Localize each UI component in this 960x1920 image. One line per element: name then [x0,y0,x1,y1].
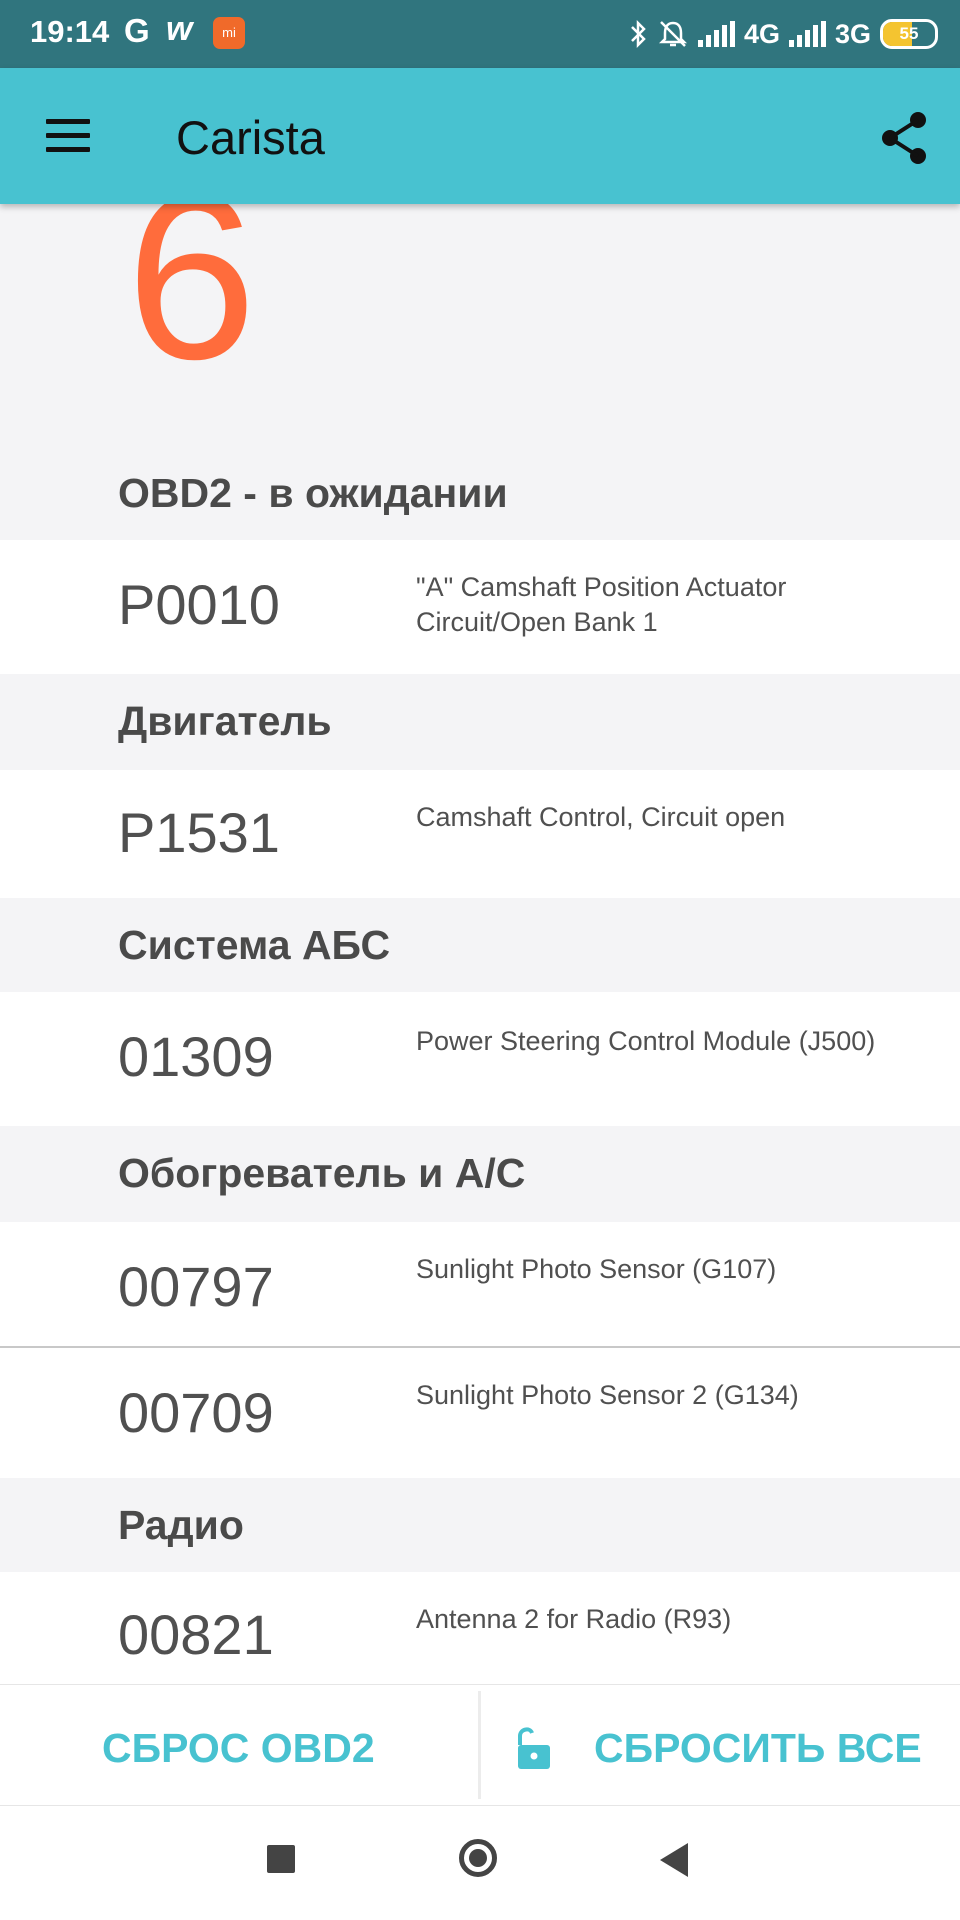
section-header-abs: Система АБС [0,898,960,992]
signal-strength-2-icon [788,21,826,47]
section-title: Двигатель [118,698,332,744]
system-nav-bar [0,1806,960,1920]
battery-icon: 55 [880,19,938,49]
fault-code: P1531 [118,801,280,864]
fault-code-row[interactable]: 00821 Antenna 2 for Radio (R93) [0,1572,960,1684]
reset-obd2-label: СБРОС OBD2 [102,1725,375,1771]
fault-description: Antenna 2 for Radio (R93) [416,1604,732,1634]
status-indicators: 4G 3G 55 [628,12,938,56]
status-bar: 19:14 G w mi 4G 3G 55 [0,0,960,68]
mi-app-icon: mi [213,17,245,49]
back-icon[interactable] [660,1843,688,1877]
battery-level: 55 [899,24,919,43]
network-type-1: 4G [743,18,780,49]
unlock-icon [518,1727,550,1769]
section-header-engine: Двигатель [0,674,960,770]
section-header-radio: Радио [0,1478,960,1572]
fault-code: 00709 [118,1381,274,1444]
fault-code-row[interactable]: 00797 Sunlight Photo Sensor (G107) [0,1222,960,1348]
action-bar: СБРОС OBD2 СБРОСИТЬ ВСЕ [0,1684,960,1806]
muted-bell-icon [658,21,687,47]
app-w-icon: w [166,10,193,48]
fault-code-row[interactable]: P1531 Camshaft Control, Circuit open [0,770,960,898]
section-title: Радио [118,1502,244,1548]
button-divider [478,1691,481,1799]
status-time: 19:14 [30,14,110,49]
fault-description: "A" Camshaft Position Actuator Circuit/O… [416,572,787,637]
reset-obd2-button[interactable]: СБРОС OBD2 [0,1685,478,1805]
app-title: Carista [176,111,325,164]
hamburger-menu-icon[interactable] [46,119,90,153]
reset-all-button[interactable]: СБРОСИТЬ ВСЕ [482,1685,960,1805]
section-title: OBD2 - в ожидании [118,470,508,516]
fault-code: P0010 [118,573,280,636]
fault-code-row[interactable]: P0010 "A" Camshaft Position Actuator Cir… [0,540,960,674]
signal-strength-1-icon [697,21,735,47]
fault-code-row[interactable]: 00709 Sunlight Photo Sensor 2 (G134) [0,1348,960,1478]
fault-codes-list[interactable]: 6 OBD2 - в ожидании P0010 "A" Camshaft P… [0,204,960,1684]
fault-code-row[interactable]: 01309 Power Steering Control Module (J50… [0,992,960,1126]
google-icon: G [124,12,150,49]
fault-code: 00797 [118,1255,274,1318]
bluetooth-icon [631,19,646,49]
fault-description: Sunlight Photo Sensor 2 (G134) [416,1380,799,1410]
section-header-heater-ac: Обогреватель и A/C [0,1126,960,1222]
fault-description: Camshaft Control, Circuit open [416,802,786,832]
share-icon[interactable] [878,110,930,166]
home-icon[interactable] [459,1839,497,1877]
fault-code: 01309 [118,1025,274,1088]
fault-count: 6 [126,204,257,408]
fault-code: 00821 [118,1603,274,1666]
app-toolbar: Carista [0,68,960,204]
reset-all-label: СБРОСИТЬ ВСЕ [594,1725,922,1771]
section-title: Система АБС [118,922,391,968]
fault-description: Power Steering Control Module (J500) [416,1026,876,1056]
section-header-obd2-pending: OBD2 - в ожидании [0,444,960,540]
network-type-2: 3G [834,18,871,49]
recent-apps-icon[interactable] [267,1845,295,1873]
section-title: Обогреватель и A/C [118,1150,526,1196]
fault-description: Sunlight Photo Sensor (G107) [416,1254,777,1284]
